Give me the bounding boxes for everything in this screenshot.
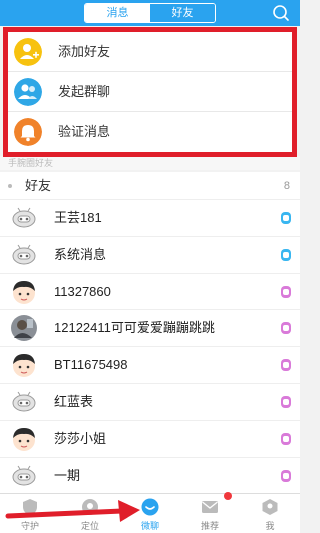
tab-recommend[interactable]: 推荐: [180, 494, 240, 533]
notification-badge: [224, 492, 232, 500]
tab-me[interactable]: 我: [240, 494, 300, 533]
contact-row[interactable]: 11327860: [0, 273, 300, 311]
search-icon[interactable]: [272, 4, 290, 22]
tab-label: 定位: [80, 521, 99, 531]
contact-name: BT11675498: [54, 357, 128, 373]
watch-status-icon: [281, 248, 291, 261]
watch-status-icon: [281, 322, 291, 335]
contact-row[interactable]: BT11675498: [0, 347, 300, 384]
verify-message-item[interactable]: 验证消息: [8, 112, 292, 152]
boy-avatar-icon: [13, 280, 35, 304]
watch-status-icon: [281, 432, 291, 445]
watch-status-icon: [281, 212, 291, 224]
popup-menu: 添加好友 发起群聊 验证消息: [3, 27, 297, 157]
boy-avatar-icon: [13, 427, 35, 451]
watch-status-icon: [281, 469, 291, 482]
tab-friends[interactable]: 好友: [150, 4, 215, 22]
tab-label: 微聊: [140, 521, 159, 531]
contact-name: 莎莎小姐: [54, 430, 107, 446]
watch-status-icon: [281, 285, 291, 298]
group-name: 好友: [25, 178, 52, 193]
profile-icon: [262, 499, 278, 515]
bell-icon: [14, 118, 42, 146]
contact-name: 一期: [54, 467, 81, 483]
mail-icon: [202, 501, 218, 513]
contact-list: 王芸181 系统消息 11327860 12122411可可爱爱蹦蹦跳跳 BT1…: [0, 200, 300, 495]
group-count: 8: [283, 180, 290, 192]
add-friend-item[interactable]: 添加好友: [8, 32, 292, 72]
tab-chat[interactable]: 微聊: [120, 494, 180, 533]
shield-icon: [23, 499, 37, 515]
robot-avatar-icon: [12, 207, 36, 228]
tab-label: 守护: [20, 521, 39, 531]
contact-row[interactable]: 王芸181: [0, 200, 300, 237]
group-bullet-icon: [8, 184, 12, 188]
add-friend-label: 添加好友: [58, 44, 111, 59]
location-icon: [82, 499, 98, 515]
contact-name: 红蓝表: [54, 393, 94, 409]
section-label: 手腕圈好友: [0, 156, 300, 170]
tab-guard[interactable]: 守护: [0, 494, 60, 533]
tab-location[interactable]: 定位: [60, 494, 120, 533]
tab-label: 推荐: [200, 521, 219, 531]
top-bar: 消息 好友: [0, 0, 300, 26]
photo-avatar-icon: [11, 315, 37, 342]
contact-name: 王芸181: [54, 210, 102, 225]
robot-avatar-icon: [12, 391, 36, 412]
bottom-tab-bar: 守护 定位 微聊 推荐 我: [0, 493, 300, 533]
contact-row[interactable]: 一期: [0, 457, 300, 495]
add-friend-icon: [14, 38, 42, 66]
watch-status-icon: [281, 395, 291, 408]
group-chat-item[interactable]: 发起群聊: [8, 72, 292, 112]
contact-row[interactable]: 红蓝表: [0, 383, 300, 421]
tab-label: 我: [265, 521, 275, 531]
verify-message-label: 验证消息: [58, 124, 111, 139]
contact-row[interactable]: 莎莎小姐: [0, 420, 300, 458]
group-chat-icon: [14, 78, 42, 106]
friends-group-header[interactable]: 好友 8: [0, 172, 300, 200]
robot-avatar-icon: [12, 465, 36, 486]
watch-status-icon: [281, 359, 291, 372]
contact-row[interactable]: 12122411可可爱爱蹦蹦跳跳: [0, 310, 300, 348]
contact-name: 11327860: [54, 283, 111, 299]
contact-name: 12122411可可爱爱蹦蹦跳跳: [54, 320, 215, 336]
contact-row[interactable]: 系统消息: [0, 236, 300, 274]
group-chat-label: 发起群聊: [58, 84, 111, 99]
robot-avatar-icon: [12, 244, 36, 265]
contact-name: 系统消息: [54, 246, 107, 262]
segmented-control: 消息 好友: [84, 3, 216, 23]
tab-messages[interactable]: 消息: [85, 4, 150, 22]
boy-avatar-icon: [13, 354, 35, 378]
chat-bubble-icon: [141, 498, 159, 516]
